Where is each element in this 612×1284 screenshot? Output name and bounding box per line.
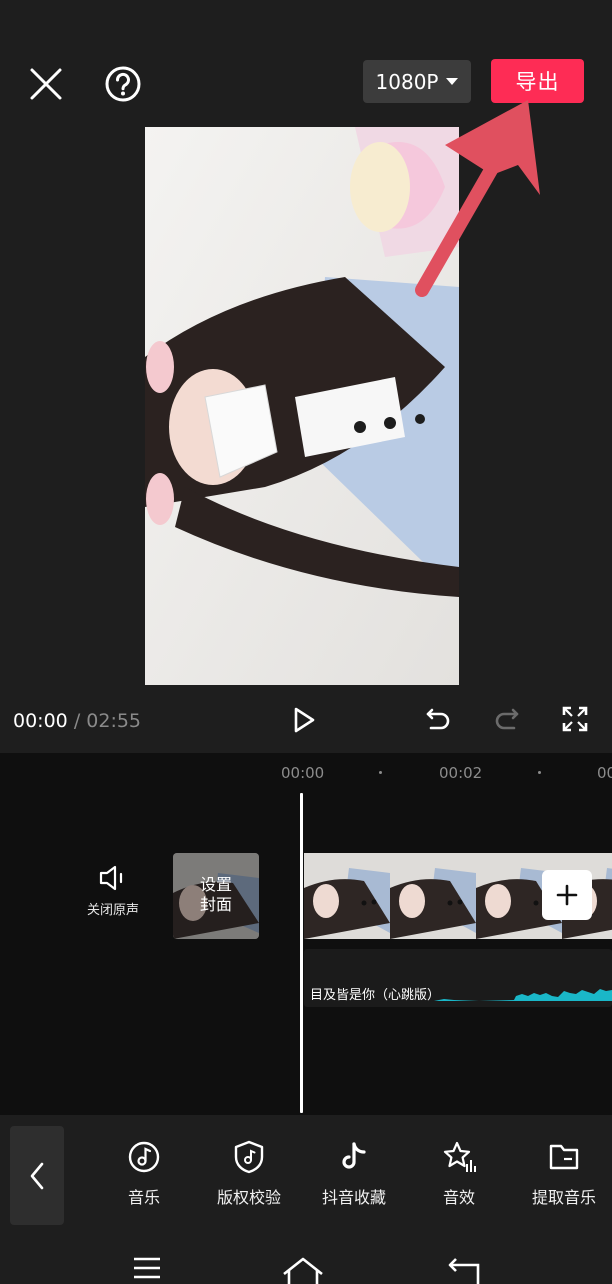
tool-extract-music[interactable]: 提取音乐 — [514, 1140, 612, 1208]
redo-icon — [495, 708, 519, 730]
export-button[interactable]: 导出 — [491, 59, 584, 103]
tool-label: 音效 — [442, 1188, 475, 1207]
system-nav-bar — [0, 1234, 612, 1284]
tool-douyin-favorites[interactable]: 抖音收藏 — [304, 1140, 404, 1208]
play-button[interactable] — [285, 702, 321, 738]
resolution-label: 1080P — [375, 69, 439, 94]
tiktok-icon — [337, 1140, 371, 1174]
tool-music[interactable]: 音乐 — [94, 1140, 194, 1208]
tool-label: 音乐 — [127, 1188, 160, 1207]
total-duration: 02:55 — [86, 710, 142, 732]
close-button[interactable] — [24, 62, 68, 106]
current-time: 00:00 — [13, 710, 68, 732]
fullscreen-button[interactable] — [558, 702, 592, 736]
chevron-left-icon — [30, 1162, 44, 1189]
video-preview[interactable] — [145, 127, 459, 685]
cover-label-line2: 封面 — [199, 895, 232, 914]
help-icon — [105, 66, 141, 102]
timeline-panel[interactable]: 00:00 00:02 00 关闭原声 设置 封面 目及皆是你（心跳版） — [0, 753, 612, 1115]
timeline-tick: 00:00 — [281, 764, 325, 782]
tool-label: 提取音乐 — [531, 1188, 596, 1207]
plus-icon — [556, 884, 578, 906]
audio-track-label: 目及皆是你（心跳版） — [310, 988, 441, 1003]
tool-sound-effects[interactable]: 音效 — [409, 1140, 509, 1208]
timeline-dot — [379, 771, 382, 774]
audio-track[interactable]: 目及皆是你（心跳版） — [304, 949, 612, 1007]
tool-label: 版权校验 — [216, 1188, 281, 1207]
help-button[interactable] — [101, 62, 145, 106]
resolution-dropdown[interactable]: 1080P — [363, 60, 471, 103]
top-bar: 1080P 导出 — [0, 0, 612, 125]
undo-button[interactable] — [421, 702, 455, 736]
tool-copyright-check[interactable]: 版权校验 — [199, 1140, 299, 1208]
cover-label: 设置 封面 — [173, 875, 259, 915]
mute-original-audio-button[interactable]: 关闭原声 — [82, 865, 144, 925]
copyright-shield-icon — [232, 1140, 266, 1174]
mute-label: 关闭原声 — [86, 903, 139, 918]
time-separator: / — [73, 710, 81, 732]
close-icon — [30, 68, 62, 100]
back-icon[interactable] — [446, 1256, 482, 1284]
speaker-icon — [99, 865, 123, 891]
add-clip-button[interactable] — [542, 870, 592, 920]
video-frame-image — [145, 127, 459, 685]
timeline-tick: 00 — [597, 764, 612, 782]
menu-icon[interactable] — [132, 1256, 162, 1284]
clip-frame — [304, 853, 390, 939]
home-icon[interactable] — [281, 1256, 325, 1284]
time-display: 00:00 / 02:55 — [13, 710, 141, 732]
audio-toolbar: 音乐 版权校验 抖音收藏 音效 提取音乐 — [0, 1116, 612, 1234]
sound-effect-icon — [442, 1140, 476, 1174]
music-icon — [127, 1140, 161, 1174]
clip-frame — [390, 853, 476, 939]
undo-icon — [426, 708, 450, 730]
playhead[interactable] — [300, 793, 303, 1113]
play-icon — [294, 707, 315, 733]
set-cover-button[interactable]: 设置 封面 — [173, 853, 259, 939]
timeline-tick: 00:02 — [439, 764, 483, 782]
caret-down-icon — [446, 78, 459, 85]
cover-label-line1: 设置 — [199, 875, 232, 894]
fullscreen-icon — [562, 706, 588, 732]
tool-label: 抖音收藏 — [321, 1188, 386, 1207]
folder-icon — [547, 1140, 581, 1174]
timeline-dot — [538, 771, 541, 774]
playback-controls: 00:00 / 02:55 — [0, 690, 612, 752]
redo-button[interactable] — [490, 702, 524, 736]
toolbar-back-button[interactable] — [10, 1126, 64, 1225]
